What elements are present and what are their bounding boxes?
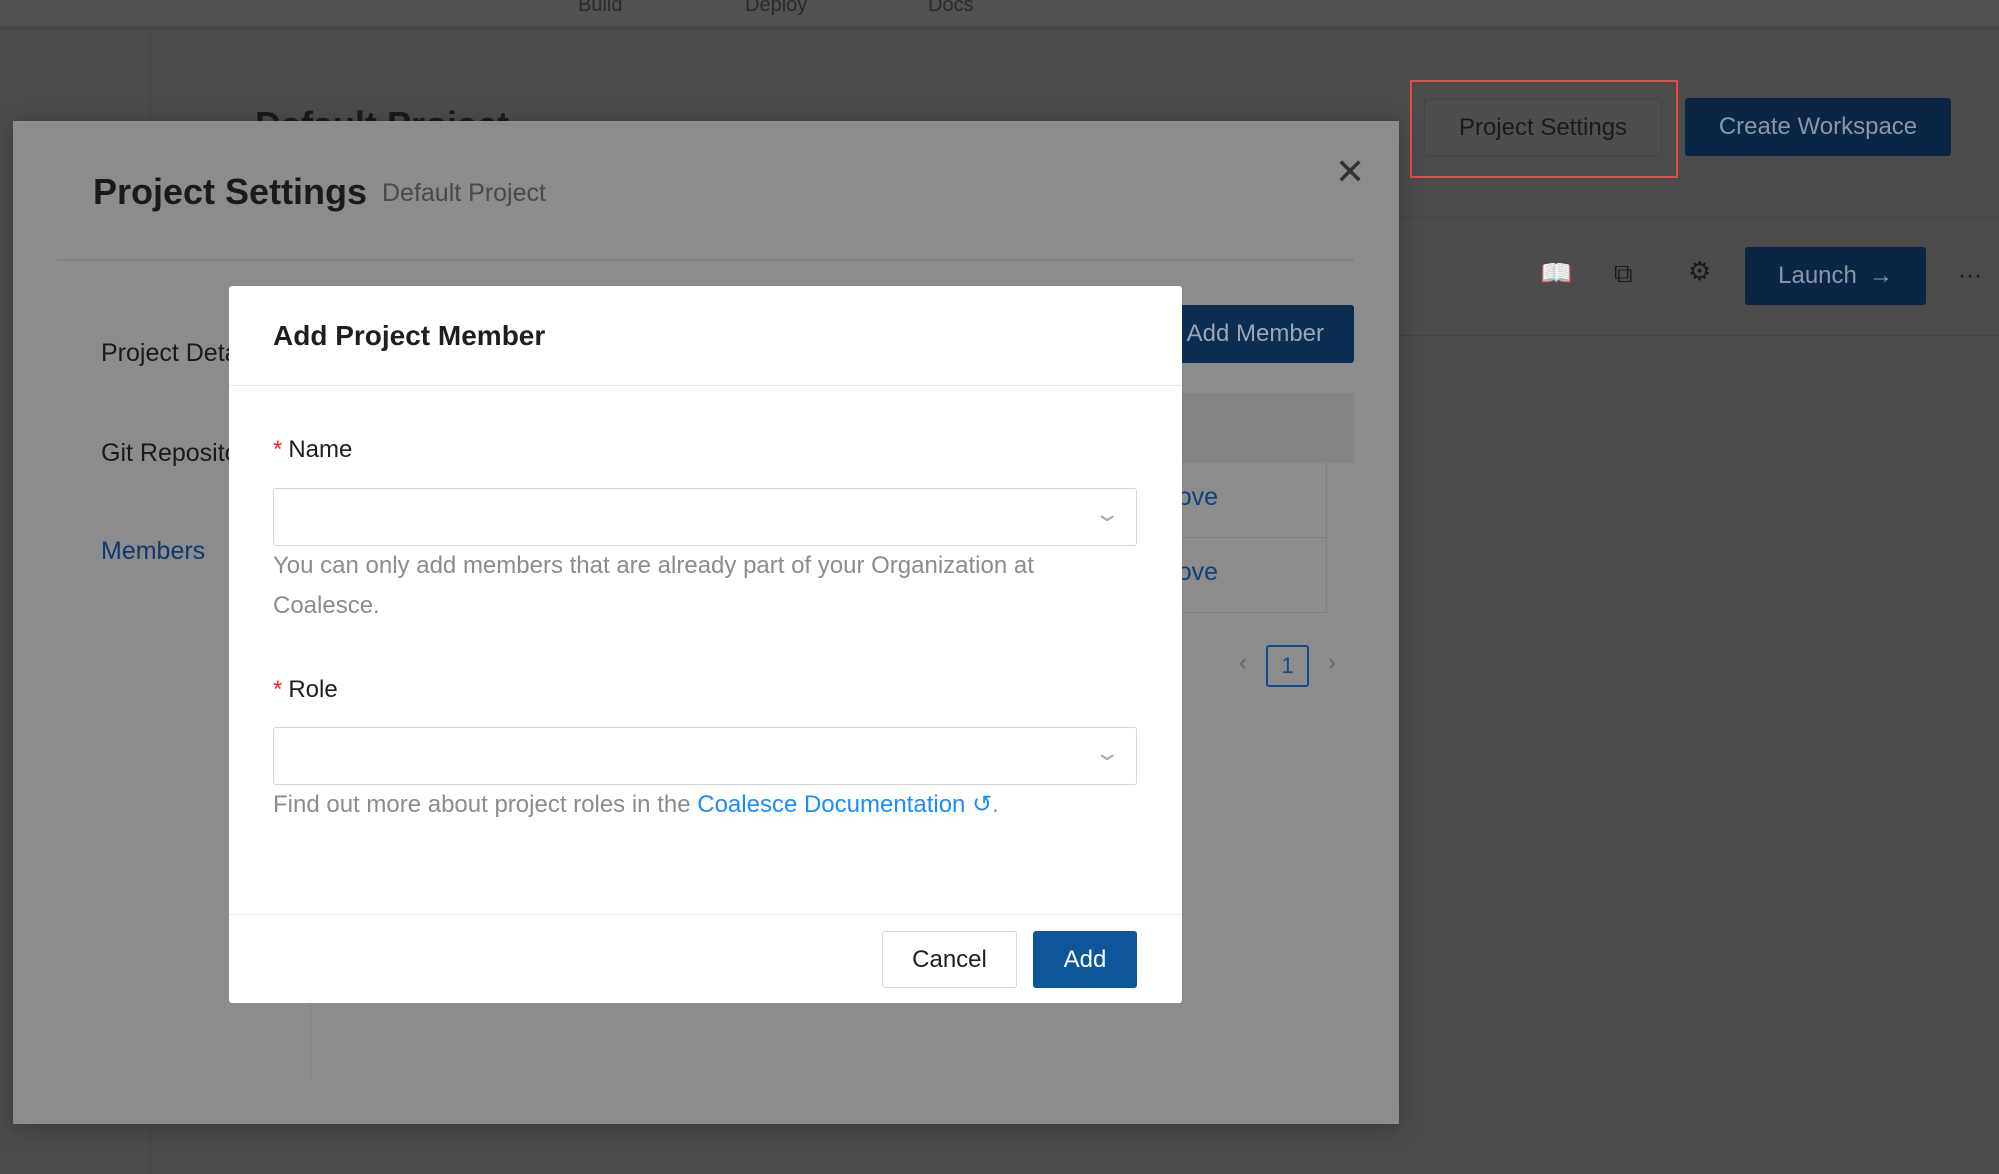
cancel-button[interactable]: Cancel — [882, 931, 1017, 988]
top-nav: Build Deploy Docs — [0, 0, 1999, 30]
link-text: Coalesce Documentation — [697, 791, 966, 818]
required-mark: * — [273, 676, 283, 703]
add-project-member-dialog: Add Project Member * Name ⌄ You can only … — [229, 286, 1182, 1003]
book-icon[interactable]: 📖 — [1540, 258, 1572, 289]
nav-deploy[interactable]: Deploy — [745, 0, 807, 17]
chevron-down-icon: ⌄ — [1092, 501, 1121, 526]
divider — [1399, 335, 1999, 336]
launch-label: Launch — [1778, 262, 1857, 289]
nav-build[interactable]: Build — [578, 0, 622, 17]
role-select[interactable]: ⌄ — [273, 727, 1137, 785]
divider — [229, 385, 1182, 386]
more-icon[interactable]: ··· — [1958, 262, 1982, 290]
copy-icon[interactable]: ⧉ — [1614, 258, 1633, 290]
role-help-prefix: Find out more about project roles in the — [273, 791, 698, 818]
arrow-right-icon: → — [1868, 262, 1893, 289]
add-button[interactable]: Add — [1033, 931, 1137, 988]
divider — [1399, 217, 1999, 218]
required-mark: * — [273, 436, 283, 463]
next-page-icon[interactable]: › — [1328, 649, 1336, 677]
divider — [57, 259, 1354, 261]
name-help-text: You can only add members that are alread… — [273, 552, 1034, 619]
name-select[interactable]: ⌄ — [273, 488, 1137, 546]
prev-page-icon[interactable]: ‹ — [1239, 649, 1247, 677]
name-label-text: Name — [288, 436, 353, 463]
coalesce-documentation-link[interactable]: Coalesce Documentation ↺ — [697, 791, 992, 818]
gear-icon[interactable]: ⚙ — [1688, 256, 1711, 287]
launch-button[interactable]: Launch → — [1745, 247, 1926, 305]
page-1[interactable]: 1 — [1266, 645, 1309, 687]
role-label-text: Role — [288, 676, 338, 703]
project-settings-button[interactable]: Project Settings — [1424, 99, 1662, 156]
name-label: * Name — [273, 436, 352, 464]
dialog-title: Add Project Member — [273, 320, 546, 351]
modal-subtitle: Default Project — [382, 179, 546, 207]
divider — [229, 914, 1182, 915]
modal-title: Project Settings — [93, 171, 368, 212]
chevron-down-icon: ⌄ — [1092, 740, 1121, 765]
nav-docs[interactable]: Docs — [928, 0, 974, 17]
close-icon[interactable]: ✕ — [1335, 151, 1365, 193]
sidebar-item-members[interactable]: Members — [101, 537, 205, 566]
role-help-suffix: . — [992, 791, 999, 818]
role-label: * Role — [273, 676, 338, 704]
role-help-text: Find out more about project roles in the… — [273, 785, 1137, 825]
create-workspace-button[interactable]: Create Workspace — [1685, 98, 1951, 156]
external-link-icon: ↺ — [972, 791, 993, 818]
